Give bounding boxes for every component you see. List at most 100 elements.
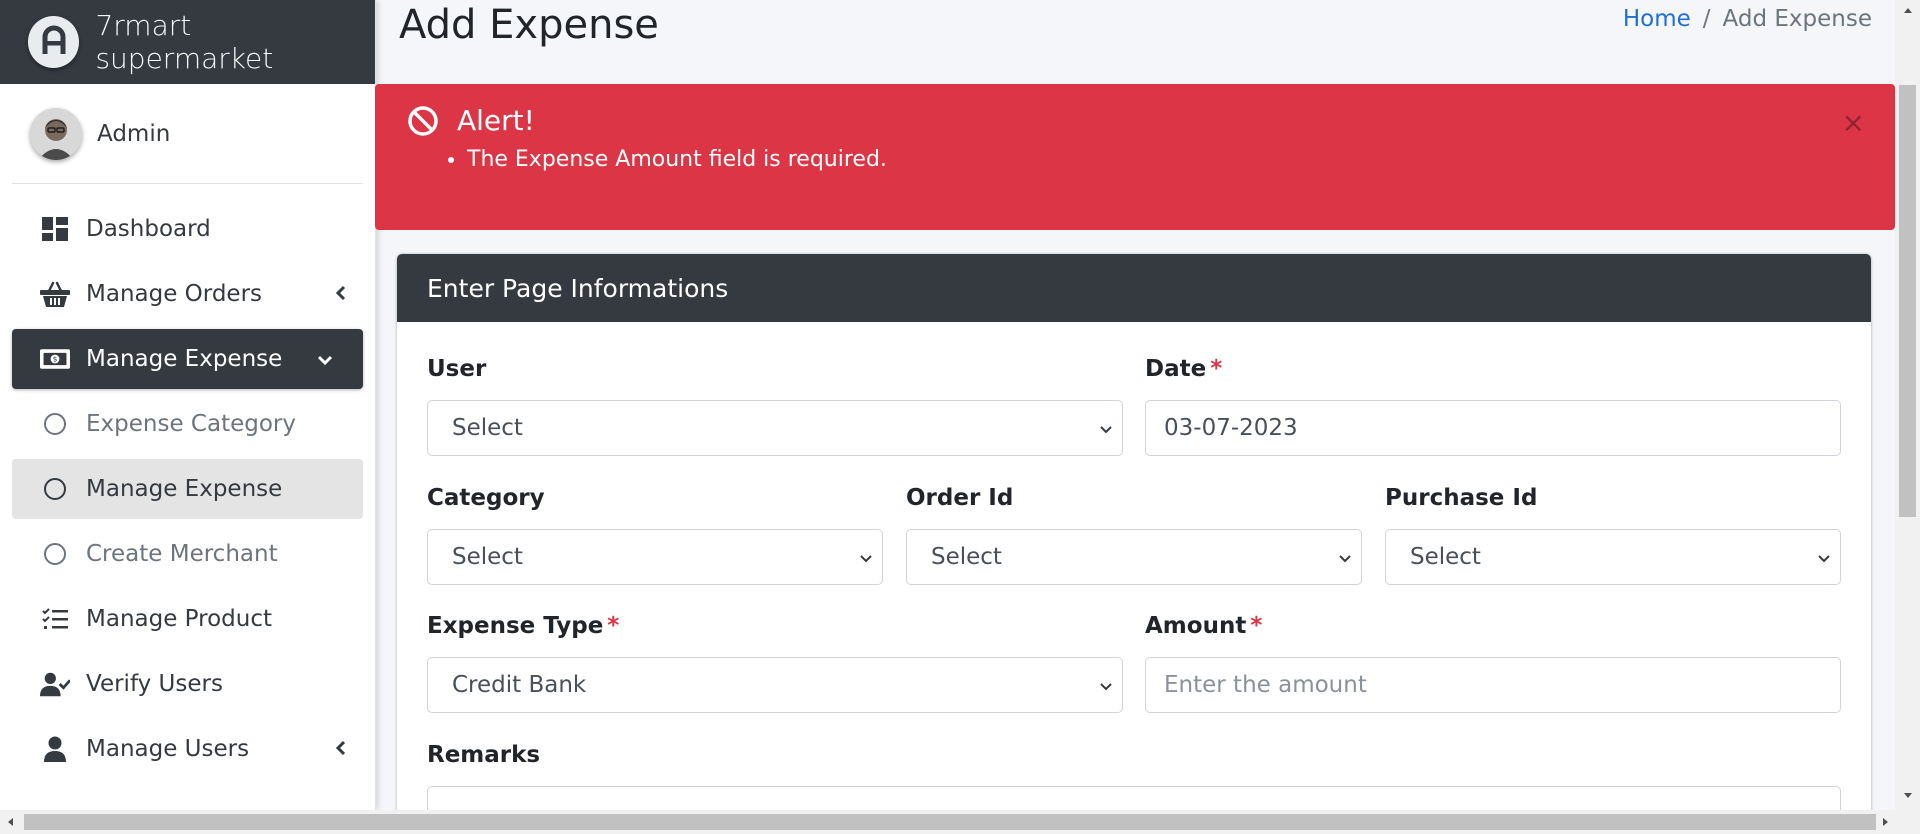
required-mark: * [1250, 613, 1263, 639]
user-select[interactable]: Select [427, 400, 1123, 456]
scroll-down-icon[interactable] [1903, 790, 1913, 800]
category-select-value: Select [452, 544, 523, 570]
alert-close-button[interactable]: × [1842, 106, 1865, 139]
order-id-label-text: Order Id [906, 485, 1014, 511]
user-label: User [427, 356, 486, 382]
remarks-textarea[interactable] [427, 786, 1841, 810]
breadcrumb-separator: / [1702, 6, 1711, 32]
sidebar-item-manage-orders[interactable]: Manage Orders [12, 264, 363, 324]
chevron-down-icon [858, 544, 874, 570]
expense-type-label-text: Expense Type [427, 613, 604, 639]
required-mark: * [1210, 356, 1223, 382]
remarks-label: Remarks [427, 742, 540, 768]
amount-input-placeholder: Enter the amount [1164, 672, 1367, 698]
scroll-right-icon[interactable] [1880, 817, 1890, 827]
circle-icon [40, 409, 70, 439]
list-check-icon [40, 604, 70, 634]
brand-link[interactable]: 7rmart supermarket [0, 0, 375, 84]
alert-message-list: The Expense Amount field is required. [407, 147, 1895, 172]
breadcrumb-current: Add Expense [1722, 6, 1872, 32]
order-id-select-value: Select [931, 544, 1002, 570]
user-label-text: User [427, 356, 487, 382]
brand-name: 7rmart supermarket [95, 9, 274, 75]
expense-type-select[interactable]: Credit Bank [427, 657, 1123, 713]
chevron-down-icon [1098, 672, 1114, 698]
chevron-left-icon [335, 736, 347, 762]
purchase-id-label: Purchase Id [1385, 485, 1537, 511]
date-label: Date * [1145, 356, 1222, 382]
avatar[interactable] [30, 107, 82, 160]
card-title: Enter Page Informations [397, 254, 1871, 322]
sidebar-item-label: Manage Product [86, 606, 272, 632]
category-select[interactable]: Select [427, 529, 883, 585]
horizontal-scroll-thumb[interactable] [24, 814, 1876, 830]
circle-icon [40, 539, 70, 569]
brand-logo [28, 16, 80, 68]
required-mark: * [607, 613, 620, 639]
page-title: Add Expense [399, 2, 659, 48]
expense-type-select-value: Credit Bank [452, 672, 587, 698]
order-id-label: Order Id [906, 485, 1013, 511]
category-label-text: Category [427, 485, 545, 511]
amount-label: Amount * [1145, 613, 1262, 639]
chevron-down-icon [1098, 415, 1114, 441]
user-panel[interactable]: Admin [12, 84, 363, 184]
scroll-left-icon[interactable] [6, 817, 16, 827]
sidebar-item-label: Manage Users [86, 736, 250, 762]
chevron-down-icon [317, 346, 333, 372]
sidebar-item-label: Verify Users [86, 671, 223, 697]
sidebar-item-manage-product[interactable]: Manage Product [12, 589, 363, 649]
sidebar-item-expense-category[interactable]: Expense Category [12, 394, 363, 454]
sidebar-item-manage-users[interactable]: Manage Users [12, 719, 363, 779]
purchase-id-select[interactable]: Select [1385, 529, 1841, 585]
breadcrumb: Home / Add Expense [1623, 6, 1872, 32]
amount-input[interactable]: Enter the amount [1145, 657, 1841, 713]
user-name[interactable]: Admin [97, 121, 170, 147]
sidebar-item-create-merchant[interactable]: Create Merchant [12, 524, 363, 584]
sidebar-item-label: Manage Expense [86, 476, 283, 502]
user-icon [40, 734, 70, 764]
horizontal-scrollbar[interactable] [0, 810, 1920, 834]
sidebar-item-manage-expense-sub[interactable]: Manage Expense [12, 459, 363, 519]
vertical-scrollbar[interactable] [1895, 0, 1920, 810]
sidebar-item-manage-expense[interactable]: $ Manage Expense [12, 329, 363, 389]
alert-title: Alert! [457, 104, 535, 137]
remarks-label-text: Remarks [427, 742, 541, 768]
sidebar-item-verify-users[interactable]: Verify Users [12, 654, 363, 714]
purchase-id-label-text: Purchase Id [1385, 485, 1538, 511]
sidebar-item-label: Manage Orders [86, 281, 263, 307]
purchase-id-select-value: Select [1410, 544, 1481, 570]
user-check-icon [40, 669, 70, 699]
svg-text:$: $ [53, 355, 57, 364]
money-bill-icon: $ [40, 344, 70, 374]
circle-icon [40, 474, 70, 504]
expense-type-label: Expense Type * [427, 613, 619, 639]
sidebar-item-label: Manage Expense [86, 346, 283, 372]
error-alert: Alert! The Expense Amount field is requi… [375, 84, 1895, 230]
form-card: Enter Page Informations User Select Date… [397, 254, 1871, 810]
order-id-select[interactable]: Select [906, 529, 1362, 585]
category-label: Category [427, 485, 545, 511]
user-select-value: Select [452, 415, 523, 441]
dashboard-icon [40, 214, 70, 244]
sidebar-item-dashboard[interactable]: Dashboard [12, 199, 363, 259]
amount-label-text: Amount [1145, 613, 1247, 639]
date-input[interactable]: 03-07-2023 [1145, 400, 1841, 456]
sidebar-item-label: Expense Category [86, 411, 296, 437]
breadcrumb-home-link[interactable]: Home [1623, 6, 1691, 32]
scroll-up-icon[interactable] [1903, 6, 1913, 16]
sidebar-item-label: Dashboard [86, 216, 211, 242]
ban-icon [407, 105, 439, 137]
avatar-image [30, 107, 82, 160]
logo-icon [42, 25, 66, 54]
chevron-left-icon [335, 281, 347, 307]
alert-message: The Expense Amount field is required. [467, 147, 1895, 172]
sidebar-item-label: Create Merchant [86, 541, 278, 567]
vertical-scroll-thumb[interactable] [1899, 85, 1916, 517]
date-label-text: Date [1145, 356, 1207, 382]
chevron-down-icon [1816, 544, 1832, 570]
basket-icon [40, 279, 70, 309]
sidebar-nav: Dashboard Manage Orders $ Manage Expense [0, 199, 375, 779]
sidebar: 7rmart supermarket Admin Dashboard Manag… [0, 0, 376, 810]
content-wrapper: Add Expense Home / Add Expense Alert! The … [375, 0, 1895, 810]
